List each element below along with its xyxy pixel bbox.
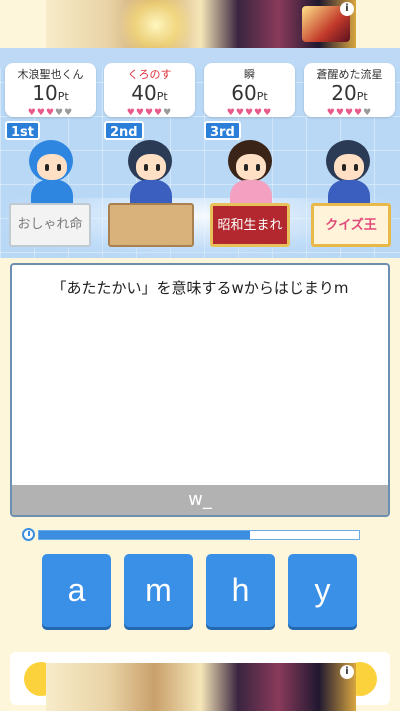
heart-icon: ♥ (254, 108, 264, 118)
letter-key-h[interactable]: h (206, 554, 275, 627)
heart-icon: ♥ (344, 108, 355, 118)
player-avatar-1 (17, 132, 87, 208)
heart-icon: ♥ (354, 108, 364, 118)
ad-info-icon[interactable]: i (340, 665, 354, 679)
letter-key-a[interactable]: a (42, 554, 111, 627)
player-score-card: 瞬 60Pt ♥♥♥♥♥ (204, 63, 295, 118)
player-avatar-2 (116, 132, 186, 208)
heart-icon: ♥ (154, 108, 164, 118)
heart-icon: ♥ (363, 108, 373, 118)
player-score-card: くろのす 40Pt ♥♥♥♥♥ (104, 63, 195, 118)
top-ad-banner[interactable]: i (46, 0, 356, 48)
heart-icon: ♥ (45, 108, 56, 118)
player-score-card: 蒼醒めた流星 20Pt ♥♥♥♥♥ (304, 63, 395, 118)
heart-icon: ♥ (144, 108, 155, 118)
player-hearts: ♥♥♥♥♥ (5, 108, 96, 118)
heart-icon: ♥ (27, 108, 37, 118)
timer-fill (39, 531, 251, 539)
clock-icon (22, 528, 35, 541)
player-score-card: 木浪聖也くん 10Pt ♥♥♥♥♥ (5, 63, 96, 118)
letter-key-m[interactable]: m (124, 554, 193, 627)
player-name: 蒼醒めた流星 (316, 68, 383, 81)
question-text: 「あたたかい」を意味するwからはじまりm (51, 279, 349, 297)
player-hearts: ♥♥♥♥♥ (204, 108, 295, 118)
player-points: 60Pt (231, 81, 268, 105)
timer-bar (38, 530, 360, 540)
heart-icon: ♥ (163, 108, 173, 118)
heart-icon: ♥ (244, 108, 255, 118)
player-title-sign-2 (108, 203, 194, 247)
ad-artwork (116, 0, 196, 48)
player-hearts: ♥♥♥♥♥ (304, 108, 395, 118)
player-points: 20Pt (331, 81, 368, 105)
player-name: くろのす (127, 68, 172, 81)
player-points: 10Pt (32, 81, 69, 105)
heart-icon: ♥ (235, 108, 245, 118)
player-avatar-3 (216, 132, 286, 208)
heart-icon: ♥ (64, 108, 74, 118)
heart-icon: ♥ (226, 108, 236, 118)
heart-icon: ♥ (326, 108, 336, 118)
heart-icon: ♥ (36, 108, 46, 118)
heart-icon: ♥ (126, 108, 136, 118)
heart-icon: ♥ (335, 108, 345, 118)
question-card: 「あたたかい」を意味するwからはじまりm w_ (10, 263, 390, 517)
player-avatar-4 (314, 132, 384, 208)
answer-input-display: w_ (12, 485, 388, 515)
player-hearts: ♥♥♥♥♥ (104, 108, 195, 118)
player-points: 40Pt (131, 81, 168, 105)
ad-info-icon[interactable]: i (340, 2, 354, 16)
player-name: 木浪聖也くん (17, 68, 84, 81)
player-title-sign-4: クイズ王 (311, 203, 391, 247)
player-title-sign-1: おしゃれ命 (9, 203, 91, 247)
player-title-sign-3: 昭和生まれ (210, 203, 290, 247)
heart-icon: ♥ (135, 108, 145, 118)
bottom-ad-banner[interactable]: i (46, 663, 356, 711)
heart-icon: ♥ (55, 108, 65, 118)
letter-key-y[interactable]: y (288, 554, 357, 627)
heart-icon: ♥ (263, 108, 273, 118)
player-name: 瞬 (244, 68, 255, 81)
